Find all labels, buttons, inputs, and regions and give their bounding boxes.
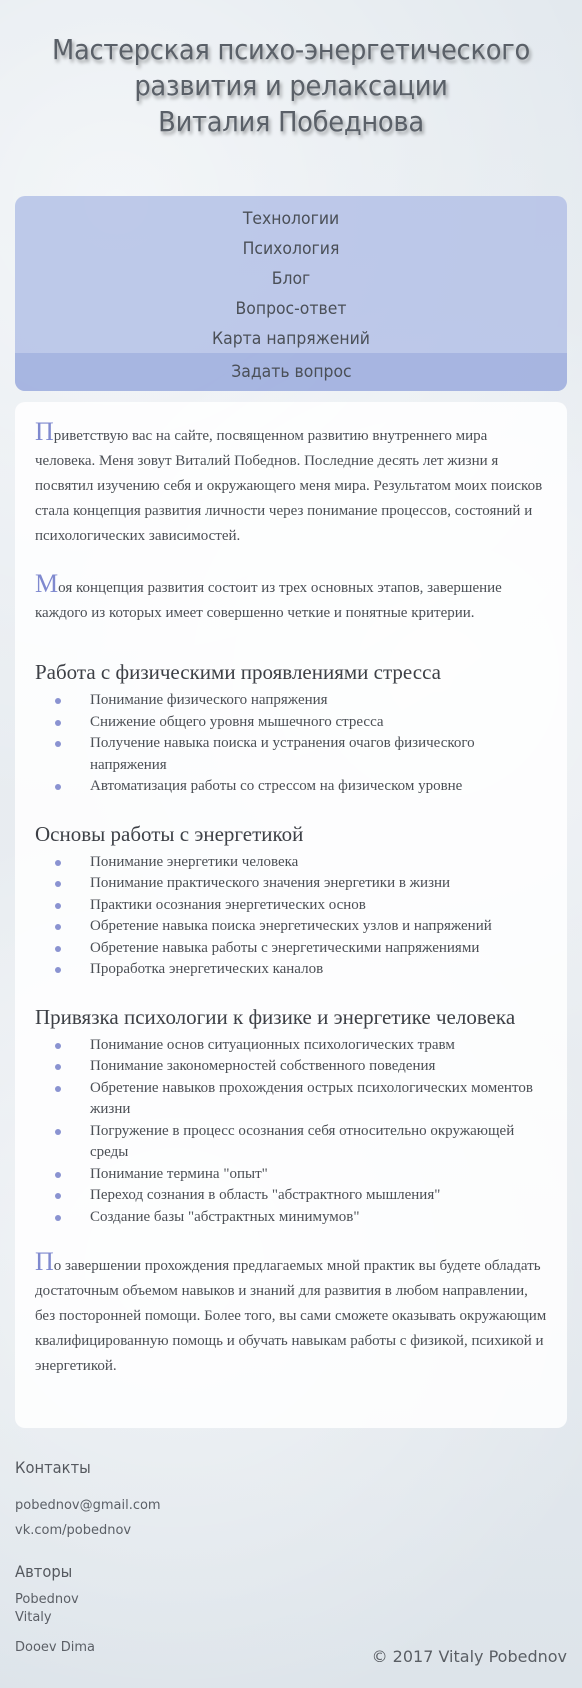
authors-heading: Авторы	[15, 1562, 73, 1581]
list-item: Переход сознания в область "абстрактного…	[55, 1185, 547, 1207]
list-item: Практики осознания энергетических основ	[55, 895, 547, 917]
list-item: Обретение навыка поиска энергетических у…	[55, 916, 547, 938]
main-nav: Технологии Психология Блог Вопрос-ответ …	[15, 196, 567, 391]
site-title-line-3: Виталия Победнова	[158, 105, 424, 138]
site-title-line-1: Мастерская психо-энергетического	[52, 33, 530, 66]
concept-text: оя концепция развития состоит из трех ос…	[35, 580, 502, 621]
section-title-psychology: Привязка психологии к физике и энергетик…	[35, 1004, 516, 1029]
final-drop-letter: П	[35, 1247, 54, 1276]
list-item: Обретение навыка работы с энергетическим…	[55, 938, 547, 960]
list-item: Проработка энергетических каналов	[55, 959, 547, 981]
list-item: Снижение общего уровня мышечного стресса	[55, 712, 547, 734]
list-item: Погружение в процесс осознания себя отно…	[55, 1121, 547, 1164]
nav-item-psychology[interactable]: Психология	[37, 234, 545, 264]
vk-link[interactable]: vk.com/pobednov	[15, 1523, 131, 1538]
section-title-energy: Основы работы с энергетикой	[35, 821, 304, 846]
author-dooev: Dooev Dima	[15, 1640, 95, 1655]
site-header: Мастерская психо-энергетического развити…	[0, 0, 582, 196]
author-pobednov: Pobednov Vitaly	[15, 1592, 79, 1625]
email-link[interactable]: pobednov@gmail.com	[15, 1498, 161, 1513]
list-item: Создание базы "абстрактных минимумов"	[55, 1207, 547, 1229]
nav-item-blog[interactable]: Блог	[37, 264, 545, 294]
final-text: о завершении прохождения предлагаемых мн…	[35, 1258, 547, 1374]
concept-drop-letter: М	[35, 569, 59, 598]
intro-text: риветствую вас на сайте, посвященном раз…	[35, 428, 543, 544]
final-paragraph: По завершении прохождения предлагаемых м…	[35, 1249, 547, 1379]
site-footer: Контакты pobednov@gmail.com vk.com/pobed…	[15, 1458, 567, 1688]
site-title: Мастерская психо-энергетического развити…	[23, 32, 558, 140]
list-item: Понимание энергетики человека	[55, 852, 547, 874]
main-content: Приветствую вас на сайте, посвященном ра…	[15, 402, 567, 1428]
nav-item-tension-map[interactable]: Карта напряжений	[37, 324, 545, 354]
list-physical: Понимание физического напряжения Снижени…	[55, 690, 547, 798]
list-item: Понимание физического напряжения	[55, 690, 547, 712]
list-item: Автоматизация работы со стрессом на физи…	[55, 776, 547, 798]
nav-item-technologies[interactable]: Технологии	[37, 204, 545, 234]
concept-paragraph: Моя концепция развития состоит из трех о…	[35, 571, 547, 626]
list-item: Понимание практического значения энергет…	[55, 873, 547, 895]
nav-item-faq[interactable]: Вопрос-ответ	[37, 294, 545, 324]
list-energy: Понимание энергетики человека Понимание …	[55, 852, 547, 981]
list-item: Понимание термина "опыт"	[55, 1164, 547, 1186]
nav-list: Технологии Психология Блог Вопрос-ответ …	[15, 196, 567, 354]
list-item: Понимание закономерностей собственного п…	[55, 1056, 547, 1078]
contacts-heading: Контакты	[15, 1458, 91, 1477]
list-item: Получение навыка поиска и устранения оча…	[55, 733, 547, 776]
list-psychology: Понимание основ ситуационных психологиче…	[55, 1035, 547, 1229]
intro-drop-letter: П	[35, 417, 54, 446]
list-item: Обретение навыков прохождения острых пси…	[55, 1078, 547, 1121]
copyright: © 2017 Vitaly Pobednov	[371, 1647, 567, 1666]
intro-paragraph: Приветствую вас на сайте, посвященном ра…	[35, 419, 547, 549]
ask-question-label: Задать вопрос	[230, 362, 352, 382]
section-title-physical: Работа с физическими проявлениями стресс…	[35, 660, 441, 684]
site-title-line-2: развития и релаксации	[134, 69, 448, 102]
ask-question-button[interactable]: Задать вопрос	[15, 353, 567, 391]
list-item: Понимание основ ситуационных психологиче…	[55, 1035, 547, 1057]
